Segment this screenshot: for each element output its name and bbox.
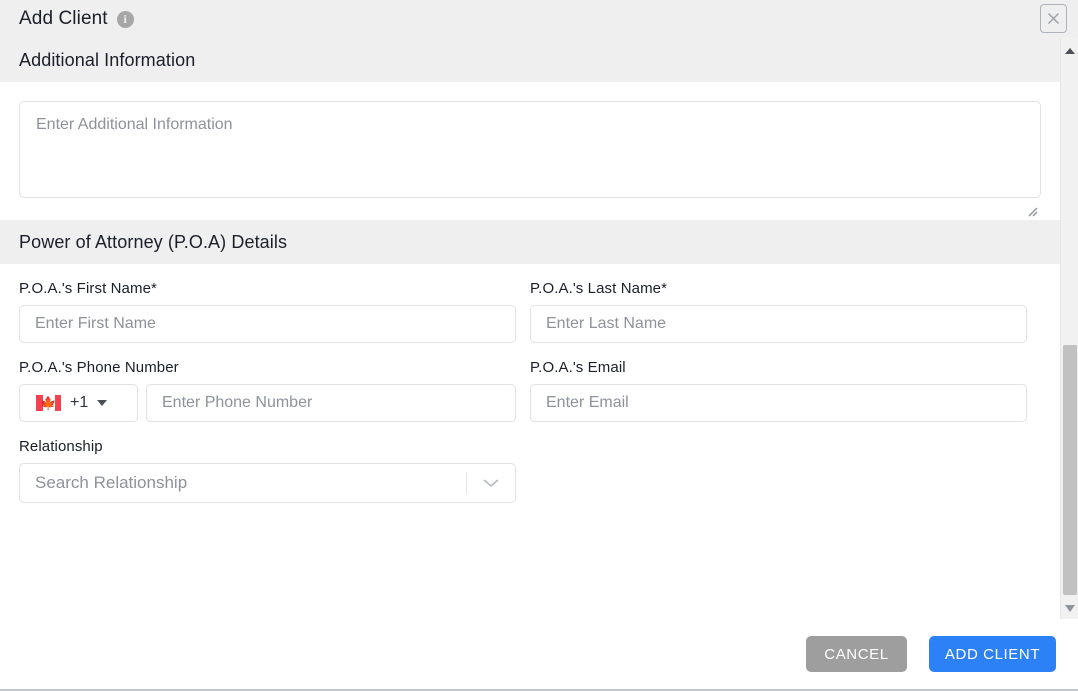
maple-leaf-icon: 🍁 bbox=[40, 397, 56, 410]
relationship-dropdown-toggle[interactable] bbox=[467, 477, 515, 489]
section-header-poa-details: Power of Attorney (P.O.A) Details bbox=[0, 220, 1060, 264]
poa-first-name-label: P.O.A.'s First Name* bbox=[19, 280, 530, 297]
scroll-up-arrow-icon bbox=[1065, 48, 1075, 55]
dialog-title: Add Client bbox=[19, 8, 108, 30]
relationship-select[interactable]: Search Relationship bbox=[19, 463, 516, 503]
poa-last-name-label: P.O.A.'s Last Name* bbox=[530, 280, 1041, 297]
poa-first-name-field: P.O.A.'s First Name* bbox=[19, 264, 530, 343]
dialog-body: Additional Information Power of Attorney… bbox=[0, 38, 1060, 621]
poa-email-field: P.O.A.'s Email bbox=[530, 343, 1041, 422]
relationship-row-spacer bbox=[530, 422, 1041, 503]
poa-relationship-row: Relationship Search Relationship bbox=[19, 422, 1041, 503]
section-header-additional-information: Additional Information bbox=[0, 38, 1060, 82]
poa-phone-field: P.O.A.'s Phone Number 🍁 +1 bbox=[19, 343, 530, 422]
additional-information-input[interactable] bbox=[19, 101, 1041, 198]
body-scrollbar[interactable] bbox=[1060, 38, 1078, 621]
close-button[interactable] bbox=[1040, 4, 1067, 33]
dialog-footer: CANCEL ADD CLIENT bbox=[0, 619, 1078, 689]
scroll-up-button[interactable] bbox=[1061, 42, 1078, 60]
cancel-button[interactable]: CANCEL bbox=[806, 636, 907, 672]
scroll-down-button[interactable] bbox=[1061, 599, 1078, 617]
relationship-placeholder: Search Relationship bbox=[20, 473, 466, 493]
poa-name-row: P.O.A.'s First Name* P.O.A.'s Last Name* bbox=[19, 264, 1041, 343]
poa-contact-row: P.O.A.'s Phone Number 🍁 +1 P.O.A.'s bbox=[19, 343, 1041, 422]
poa-last-name-input[interactable] bbox=[530, 305, 1027, 343]
country-code-selector[interactable]: 🍁 +1 bbox=[19, 384, 138, 422]
dialog-titlebar: Add Client i bbox=[0, 0, 1078, 38]
poa-last-name-field: P.O.A.'s Last Name* bbox=[530, 264, 1041, 343]
poa-phone-group: 🍁 +1 bbox=[19, 384, 516, 422]
section-body-additional-information bbox=[0, 82, 1060, 220]
chevron-down-icon bbox=[97, 400, 107, 406]
canada-flag-icon: 🍁 bbox=[36, 395, 61, 411]
poa-phone-input[interactable] bbox=[146, 384, 516, 422]
poa-relationship-label: Relationship bbox=[19, 438, 530, 455]
close-icon bbox=[1046, 11, 1061, 26]
add-client-dialog: Add Client i Additional Information Powe… bbox=[0, 0, 1078, 691]
info-icon[interactable]: i bbox=[117, 11, 134, 28]
scroll-down-arrow-icon bbox=[1065, 605, 1075, 612]
poa-first-name-input[interactable] bbox=[19, 305, 516, 343]
chevron-down-icon bbox=[482, 477, 500, 489]
poa-email-label: P.O.A.'s Email bbox=[530, 359, 1041, 376]
resize-grip-icon[interactable] bbox=[1024, 203, 1038, 217]
section-body-poa-details: P.O.A.'s First Name* P.O.A.'s Last Name*… bbox=[0, 264, 1060, 503]
add-client-button[interactable]: ADD CLIENT bbox=[929, 636, 1056, 672]
poa-relationship-field: Relationship Search Relationship bbox=[19, 422, 530, 503]
poa-phone-label: P.O.A.'s Phone Number bbox=[19, 359, 530, 376]
poa-email-input[interactable] bbox=[530, 384, 1027, 422]
country-code-label: +1 bbox=[70, 394, 88, 412]
scrollbar-thumb[interactable] bbox=[1063, 345, 1077, 595]
